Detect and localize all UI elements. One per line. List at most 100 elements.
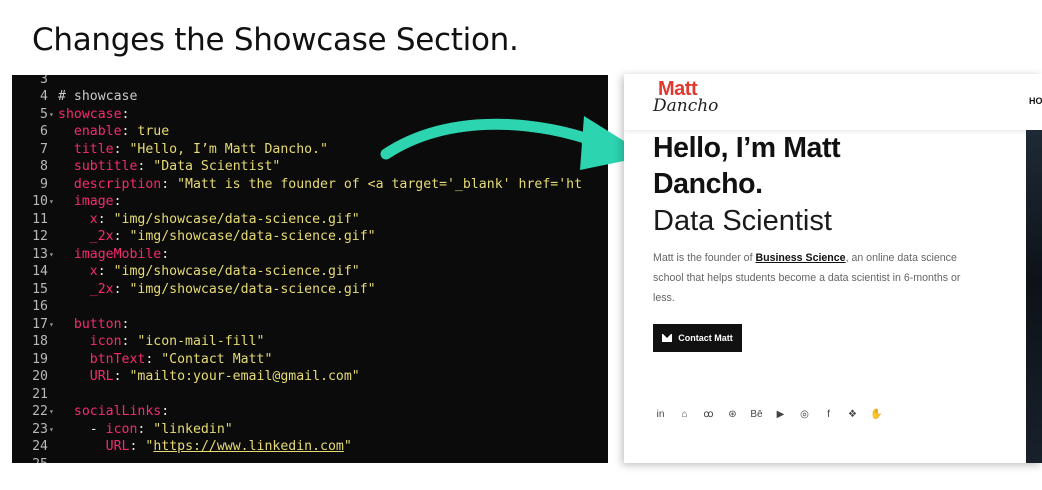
code-token: showcase <box>58 106 122 122</box>
code-line[interactable]: 9 description: "Matt is the founder of <… <box>12 176 608 194</box>
arrow-icon <box>380 116 648 170</box>
line-number: 6 <box>40 124 48 139</box>
hero-description: Matt is the founder of Business Science,… <box>653 248 973 308</box>
social-links: in ⌂ ꝏ ⊛ Bē ▶ ◎ f ❖ ✋ <box>654 408 883 421</box>
code-token: _2x <box>58 229 114 244</box>
code-text: subtitle: "Data Scientist" <box>58 158 280 176</box>
code-token: : <box>161 176 178 192</box>
fold-toggle-icon[interactable]: ▾ <box>49 106 57 124</box>
code-text: socialLinks: <box>58 403 169 421</box>
code-text: image: <box>58 193 122 211</box>
code-token: : <box>113 194 122 209</box>
line-number: 24 <box>32 439 48 454</box>
code-token: : <box>161 246 170 262</box>
code-token: : <box>97 211 114 227</box>
code-token: " <box>343 439 352 454</box>
fold-toggle-icon[interactable]: ▾ <box>49 316 57 334</box>
fold-toggle-icon[interactable]: ▾ <box>49 403 57 421</box>
codepen-icon[interactable]: ❖ <box>846 408 859 421</box>
line-number: 10 <box>32 194 48 209</box>
line-number: 15 <box>32 281 48 297</box>
code-token: : <box>137 159 154 174</box>
code-line[interactable]: 18 icon: "icon-mail-fill" <box>12 333 608 351</box>
code-token: : <box>113 229 130 244</box>
code-token: subtitle <box>58 159 138 174</box>
code-line[interactable]: 14 x: "img/showcase/data-science.gif" <box>12 263 608 281</box>
hero-title: Hello, I’m Matt Dancho. <box>653 132 841 200</box>
code-line[interactable]: 16 <box>12 298 608 316</box>
code-token: true <box>137 124 170 139</box>
code-text: _2x: "img/showcase/data-science.gif" <box>58 228 376 246</box>
hero-image <box>1026 130 1042 463</box>
code-token: : <box>161 404 170 419</box>
line-number: 25 <box>12 456 48 464</box>
code-text: - icon: "linkedin" <box>58 421 233 439</box>
youtube-icon[interactable]: ▶ <box>774 408 787 421</box>
line-number: 8 <box>40 159 48 174</box>
code-token: socialLinks <box>58 404 162 419</box>
code-token: "linkedin" <box>153 421 233 437</box>
github-icon[interactable]: ⌂ <box>678 408 691 421</box>
line-number: 11 <box>32 211 48 227</box>
code-text: x: "img/showcase/data-science.gif" <box>58 211 360 229</box>
code-token: "img/showcase/data-science.gif" <box>129 281 376 297</box>
code-line[interactable]: 21 <box>12 386 608 404</box>
nav-item-home[interactable]: HO <box>1029 96 1042 106</box>
facebook-icon[interactable]: f <box>822 408 835 421</box>
line-number: 9 <box>40 176 48 192</box>
code-line[interactable]: 13 ▾ imageMobile: <box>12 246 608 264</box>
fold-toggle-icon[interactable]: ▾ <box>49 246 57 264</box>
behance-icon[interactable]: Bē <box>750 408 763 421</box>
code-token: : <box>121 106 130 122</box>
code-line[interactable]: 10 ▾ image: <box>12 193 608 211</box>
code-token: x <box>58 264 98 279</box>
code-text: x: "img/showcase/data-science.gif" <box>58 263 360 281</box>
code-line[interactable]: 24 URL: "https://www.linkedin.com" <box>12 438 608 456</box>
linkedin-icon[interactable]: in <box>654 408 667 421</box>
code-line[interactable]: 23 ▾ - icon: "linkedin" <box>12 421 608 439</box>
line-number: 4 <box>40 89 48 104</box>
logo-script[interactable]: Dancho <box>653 96 718 116</box>
instagram-icon[interactable]: ◎ <box>798 408 811 421</box>
line-number: 19 <box>32 351 48 367</box>
code-text: button: <box>58 316 130 334</box>
fold-toggle-icon[interactable]: ▾ <box>49 193 57 211</box>
code-token: "img/showcase/data-science.gif" <box>113 264 360 279</box>
code-line[interactable]: 19 btnText: "Contact Matt" <box>12 351 608 369</box>
code-line[interactable]: 17 ▾ button: <box>12 316 608 334</box>
code-line[interactable]: 25 <box>12 456 608 464</box>
code-token: "mailto:your-email@gmail.com" <box>129 369 360 384</box>
code-token: "img/showcase/data-science.gif" <box>129 229 376 244</box>
code-token: https://www.linkedin.com <box>153 439 344 454</box>
dribbble-icon[interactable]: ⊛ <box>726 408 739 421</box>
code-text: enable: true <box>58 123 169 141</box>
code-text: # showcase <box>58 88 137 106</box>
code-line[interactable]: 11 x: "img/showcase/data-science.gif" <box>12 211 608 229</box>
code-line[interactable]: 22 ▾ socialLinks: <box>12 403 608 421</box>
line-number: 3 <box>40 75 48 87</box>
code-token: : <box>145 351 162 367</box>
fold-toggle-icon[interactable]: ▾ <box>49 421 57 439</box>
code-text: showcase: <box>58 106 129 124</box>
business-science-link[interactable]: Business Science <box>755 252 845 264</box>
contact-button[interactable]: Contact Matt <box>653 324 742 352</box>
code-token: # showcase <box>58 89 138 104</box>
line-number: 14 <box>32 264 48 279</box>
code-token: "Matt is the founder of <a target='_blan… <box>177 176 583 192</box>
code-token: URL <box>58 439 130 454</box>
code-token: icon <box>105 421 138 437</box>
twitter-icon[interactable]: ꝏ <box>702 408 715 421</box>
line-number: 21 <box>32 386 48 402</box>
code-text: btnText: "Contact Matt" <box>58 351 273 369</box>
code-line[interactable]: 15 _2x: "img/showcase/data-science.gif" <box>12 281 608 299</box>
code-line[interactable]: 20 URL: "mailto:your-email@gmail.com" <box>12 368 608 386</box>
code-text: URL: "mailto:your-email@gmail.com" <box>58 368 360 386</box>
line-number: 5 <box>40 106 48 122</box>
code-token: btnText <box>58 351 146 367</box>
code-token: "icon-mail-fill" <box>137 334 265 349</box>
line-number: 22 <box>32 404 48 419</box>
code-line[interactable]: 12 _2x: "img/showcase/data-science.gif" <box>12 228 608 246</box>
code-token: : <box>113 141 130 157</box>
hand-icon[interactable]: ✋ <box>870 408 883 421</box>
code-line[interactable]: 3 <box>12 75 608 88</box>
